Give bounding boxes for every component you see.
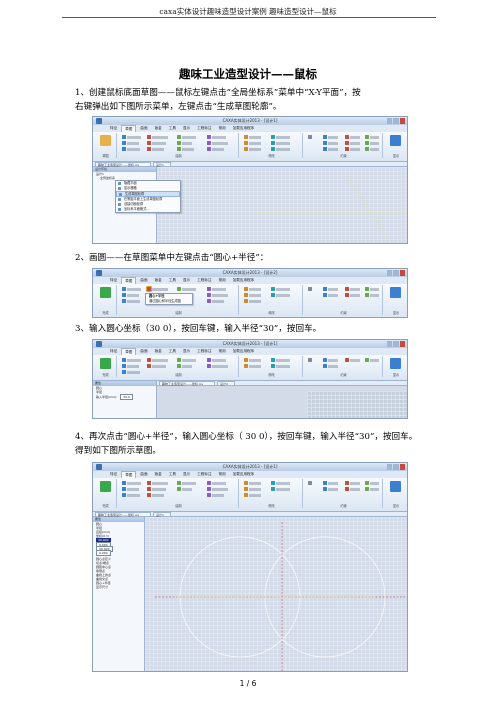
vertical-icon[interactable] [323, 141, 327, 145]
rotate-icon[interactable] [244, 141, 248, 145]
ellipse-icon[interactable] [147, 141, 151, 145]
ribbon-group-display: 显示 [385, 133, 407, 158]
ribbon: 草图 绘制 修改 约束 显示 [93, 132, 407, 162]
screenshot-context-menu: CAXA实体设计2013 - [设计1] 特征 草图 曲面 钣金 工具 显示 工… [92, 116, 408, 244]
app-titlebar: CAXA实体设计2013 - [设计1] [93, 117, 407, 125]
context-menu: 隐藏平面 显示栅格 生成草图轮廓 在等距平面上生成草图轮廓 创建切面轮廓 坐标系… [115, 180, 181, 214]
step4-text: 4、再次点击“圆心+半径”，输入圆心坐标（ 30 0），按回车键，输入半径“30… [75, 432, 418, 456]
ribbon-2: 完成 圆心+半径 通过圆心和半径生成圆 绘制 修改 约束 显示 [93, 284, 407, 317]
radius-input[interactable]: 30.0 [120, 394, 133, 400]
screenshot-circle-tool: CAXA实体设计2013 - [设计2] 特征 草图 曲面 钣金 工具 显示 工… [92, 268, 408, 318]
tooltip-desc: 通过圆心和半径生成圆 [149, 299, 181, 304]
tab-tools[interactable]: 工具 [166, 125, 179, 132]
document-title: 趣味工业造型设计——鼠标 [179, 67, 317, 81]
step1-line2: 右键弹出如下图所示菜单，左键点击“生成草图轮廓”。 [75, 102, 282, 112]
finish-button[interactable] [100, 287, 111, 298]
app-title: CAXA实体设计2013 - [设计1] [222, 118, 278, 123]
line-icon[interactable] [122, 135, 126, 139]
mirror-icon[interactable] [207, 147, 211, 151]
tab-features[interactable]: 特征 [107, 125, 120, 132]
tab-addons[interactable]: 加载应用程序 [230, 125, 258, 132]
polygon-icon[interactable] [147, 147, 151, 151]
circle-center-radius-icon[interactable] [146, 286, 152, 292]
menu-cs-format[interactable]: 坐标系平面格式... [116, 207, 180, 212]
list-item[interactable]: 显示尺寸 [93, 585, 144, 589]
step3-text: 3、输入圆心坐标（30 0），按回车键，输入半径“30”，按回车。 [75, 324, 322, 334]
fillet-icon[interactable] [271, 147, 275, 151]
window-controls-2[interactable] [387, 270, 405, 276]
symmetric-icon[interactable] [365, 147, 369, 151]
app-titlebar-2: CAXA实体设计2013 - [设计2] [93, 269, 407, 277]
equal-icon[interactable] [345, 147, 349, 151]
extend-icon[interactable] [271, 141, 275, 145]
step1-text: 1、创建鼠标底面草图——鼠标左键点击“全局坐标系”菜单中“X-Y平面”，按 右键… [75, 86, 430, 114]
step1-line1: 1、创建鼠标底面草图——鼠标左键点击“全局坐标系”菜单中“X-Y平面”，按 [75, 88, 361, 98]
coincide-icon[interactable] [365, 135, 369, 139]
ribbon-group-draw: 绘制 [119, 133, 239, 158]
finish-label: 完成 [102, 311, 109, 315]
step2-text: 2、画圆——在草图菜单中左键点击“圆心+半径”： [75, 253, 269, 263]
tab-surface[interactable]: 曲面 [137, 125, 150, 132]
text-icon[interactable] [177, 141, 181, 145]
fix-icon[interactable] [365, 141, 369, 145]
tab-sheetmetal[interactable]: 钣金 [152, 125, 165, 132]
app-icon [96, 118, 102, 124]
page-number: 1 / 6 [239, 679, 257, 688]
tab-sketch[interactable]: 草图 [121, 125, 137, 132]
move-icon[interactable] [244, 135, 248, 139]
ribbon-tabs-2: 特征 草图 曲面 钣金 工具 显示 工程标注 常用 加载应用程序 [93, 277, 407, 284]
rect-icon[interactable] [122, 147, 126, 151]
sketch-circles [155, 522, 407, 671]
tab-common[interactable]: 常用 [216, 125, 229, 132]
tab-annotation[interactable]: 工程标注 [194, 125, 214, 132]
smart-dim-icon[interactable] [308, 135, 312, 139]
tooltip-circle: 圆心+半径 通过圆心和半径生成圆 [145, 293, 193, 306]
trim-icon[interactable] [271, 135, 275, 139]
app-title-2: CAXA实体设计2013 - [设计2] [222, 270, 278, 275]
ribbon-group-sketch: 草图 [95, 133, 117, 158]
page-header: caxa实体设计趣味造型设计案例 趣味造型设计—鼠标 [159, 7, 337, 16]
ribbon-group-modify: 修改 [241, 133, 303, 158]
point-icon[interactable] [177, 147, 181, 151]
property-panel-4: 属性 圆心 半径 直径(mm) 坐标(X,Y) 30.000 0.000 30.… [93, 517, 145, 671]
window-controls[interactable] [387, 118, 405, 124]
design-canvas-4[interactable] [145, 517, 407, 671]
parallel-icon[interactable] [323, 147, 327, 151]
horizontal-icon[interactable] [323, 135, 327, 139]
tab-display[interactable]: 显示 [180, 125, 193, 132]
design-canvas[interactable] [157, 167, 407, 243]
ribbon-tabs: 特征 草图 曲面 钣金 工具 显示 工程标注 常用 加载应用程序 [93, 125, 407, 132]
arc-icon[interactable] [122, 141, 126, 145]
offset-icon[interactable] [207, 141, 211, 145]
concentric-icon[interactable] [345, 141, 349, 145]
spline-icon[interactable] [177, 135, 181, 139]
axis-lines [257, 176, 407, 238]
design-canvas-3[interactable] [157, 386, 407, 418]
project-icon[interactable] [207, 135, 211, 139]
screenshot-radius-input: CAXA实体设计2013 - [设计1] 特征 草图 曲面 钣金 工具 显示 工… [92, 339, 408, 419]
ribbon-group-constraint: 约束 [305, 133, 383, 158]
property-panel: 属性 圆心 半径 输入半径(mm): 30.0 [93, 381, 157, 418]
header-rule [62, 17, 436, 18]
tangent-icon[interactable] [345, 135, 349, 139]
circle-icon[interactable] [147, 135, 151, 139]
sketch-button[interactable] [100, 135, 111, 146]
screenshot-two-circles: CAXA实体设计2013 - [设计1] 特征 草图 曲面 钣金 工具 显示 工… [92, 462, 408, 672]
scale-icon[interactable] [244, 147, 248, 151]
display-button[interactable] [390, 135, 401, 146]
